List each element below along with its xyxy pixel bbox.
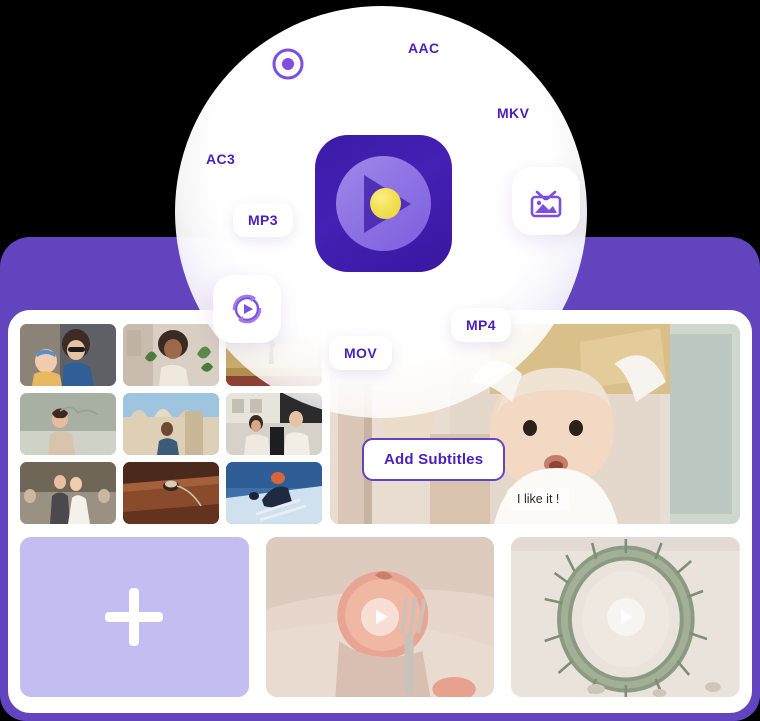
tv-image-icon[interactable] [512, 167, 580, 235]
thumb-skier-downhill[interactable] [226, 462, 322, 524]
thumb-mother-and-baby-sunglasses[interactable] [20, 324, 116, 386]
plus-icon [105, 588, 164, 646]
thumb-wedding-couple[interactable] [20, 462, 116, 524]
format-label-mp4[interactable]: MP4 [451, 308, 511, 342]
format-label-mp3[interactable]: MP3 [233, 203, 293, 237]
format-label-aac[interactable]: AAC [408, 40, 440, 56]
logo-yellow-ball [370, 188, 401, 219]
video-card-eucalyptus-wreath[interactable] [511, 537, 741, 697]
promo-hero-scene: Add Subtitles I like it ! AAC MKV AC3 MP… [0, 0, 760, 721]
format-label-mov[interactable]: MOV [329, 336, 393, 370]
subtitle-text-overlay: I like it ! [507, 488, 570, 510]
thumb-woman-green-backdrop[interactable] [20, 393, 116, 455]
thumb-girl-with-plants[interactable] [123, 324, 219, 386]
record-icon[interactable] [270, 46, 306, 82]
play-icon[interactable] [606, 598, 645, 636]
play-icon[interactable] [361, 598, 399, 636]
thumb-antique-table-clock[interactable] [123, 462, 219, 524]
video-converter-app-logo [315, 135, 452, 272]
project-cards-row [20, 537, 741, 702]
convert-play-icon[interactable] [213, 275, 281, 343]
format-label-ac3[interactable]: AC3 [206, 151, 235, 167]
thumb-woman-archway-travel[interactable] [123, 393, 219, 455]
add-subtitles-button[interactable]: Add Subtitles [362, 438, 506, 481]
add-media-card[interactable] [20, 537, 249, 697]
video-card-peach-fork[interactable] [265, 537, 495, 697]
format-label-mkv[interactable]: MKV [497, 105, 529, 121]
